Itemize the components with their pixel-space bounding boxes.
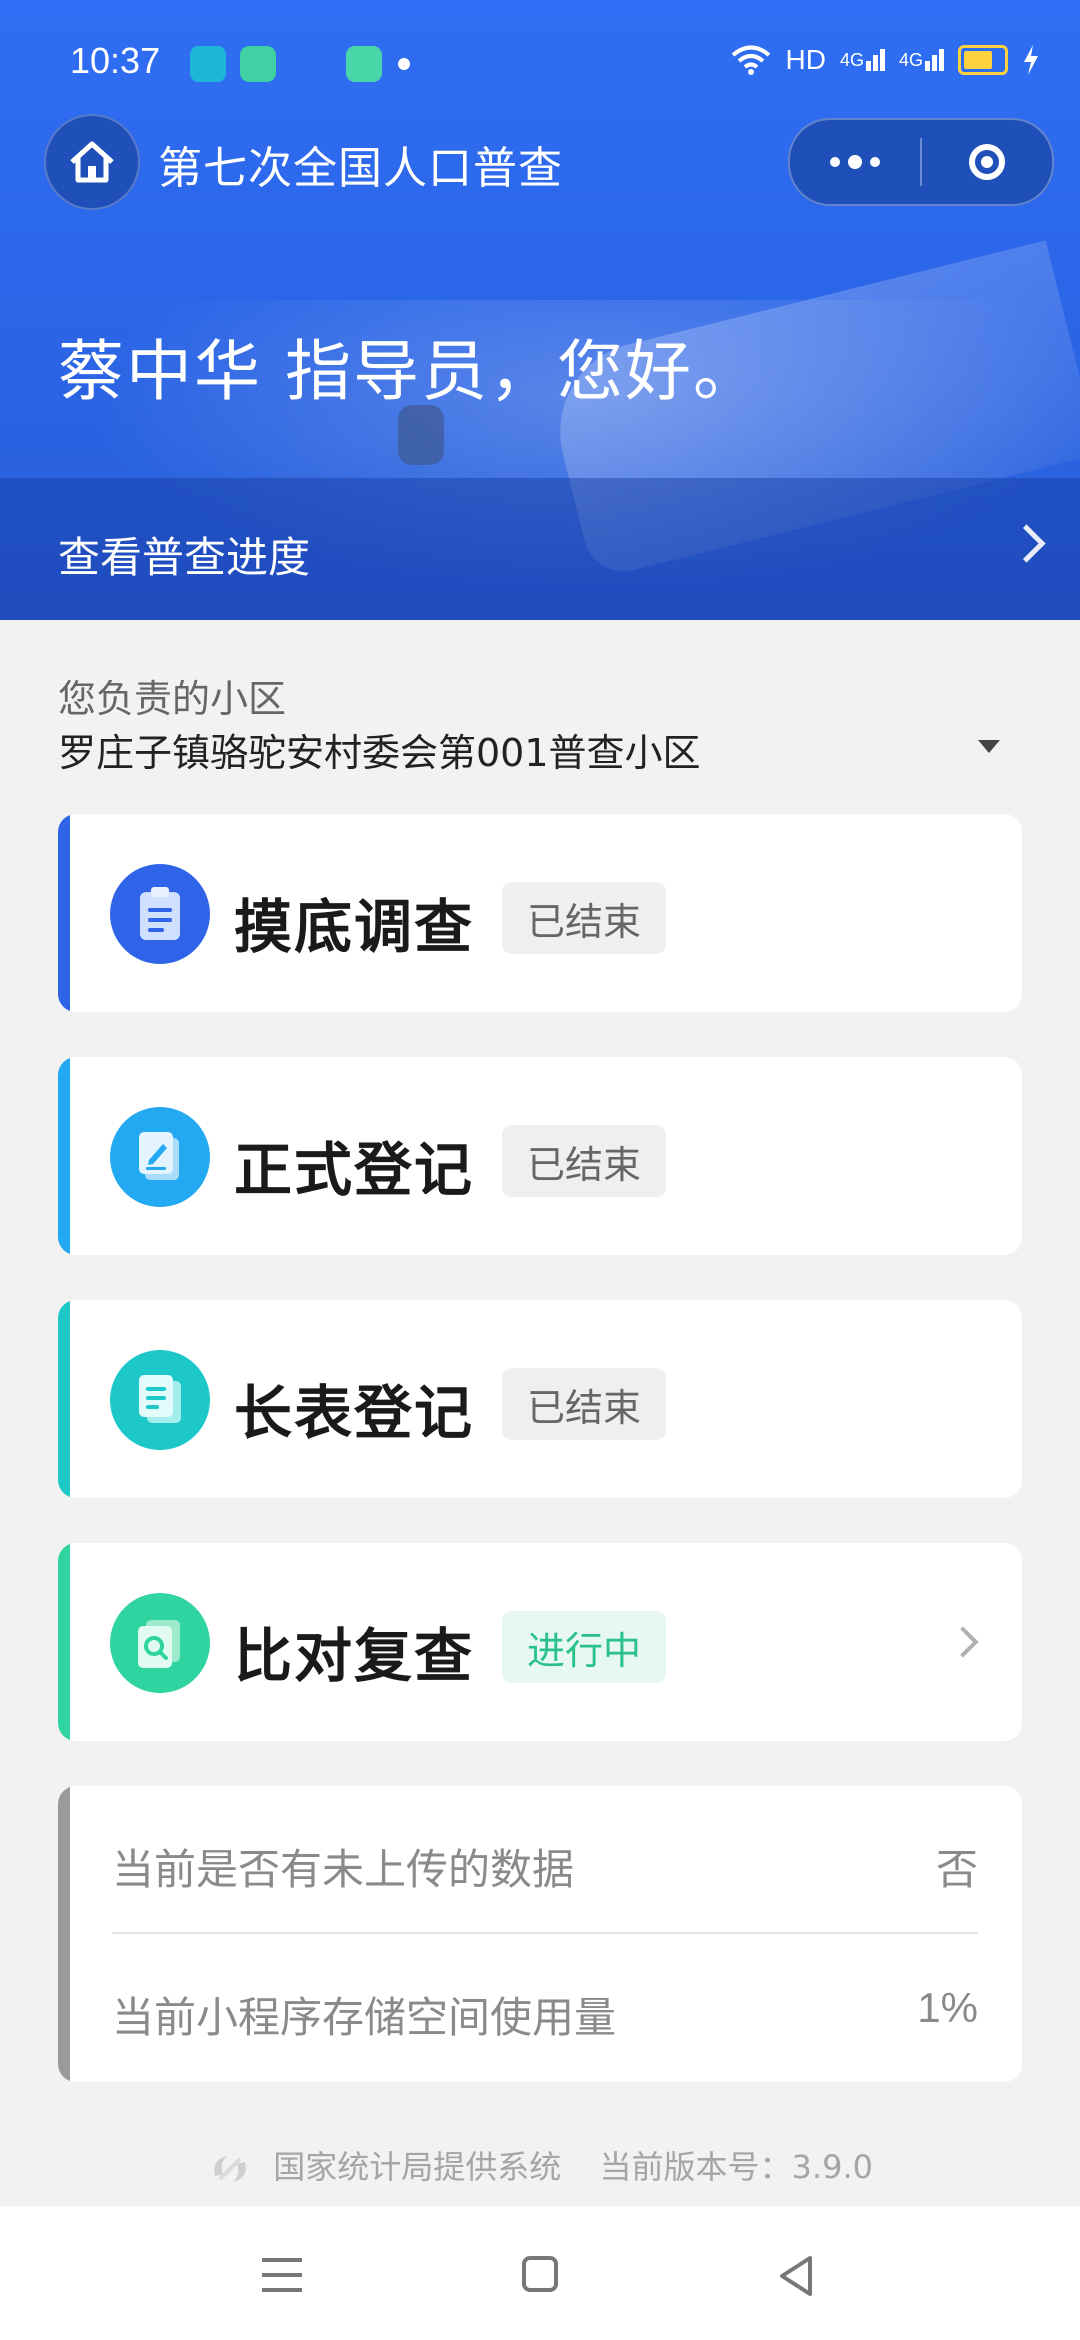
task-title: 比对复查: [234, 1622, 475, 1690]
status-badge: 进行中: [502, 1611, 666, 1683]
dropdown-caret-icon: [978, 740, 1000, 753]
card-accent-bar: [58, 814, 70, 1012]
task-card-survey[interactable]: 摸底调查 已结束: [58, 814, 1022, 1012]
header-banner: 10:37 HD 4G 4G 第七次全国人口普查 蔡中华 指导员，您好。 查看普…: [0, 0, 1080, 620]
battery-icon: [958, 45, 1008, 75]
wifi-icon: [731, 45, 770, 75]
chevron-right-icon: [1007, 524, 1046, 563]
green-app-icon: [240, 46, 276, 82]
more-dot: [848, 155, 862, 169]
view-progress-label: 查看普查进度: [58, 533, 311, 582]
card-accent-bar: [58, 1300, 70, 1498]
task-card-registration[interactable]: 正式登记 已结束: [58, 1057, 1022, 1255]
card-accent-bar: [58, 1786, 70, 2082]
home-button[interactable]: [44, 114, 140, 210]
greeting-text: 蔡中华 指导员，您好。: [58, 333, 761, 410]
card-accent-bar: [58, 1543, 70, 1741]
charging-icon: [1024, 45, 1038, 75]
unuploaded-data-value: 否: [935, 1846, 978, 1893]
task-card-recheck[interactable]: 比对复查 进行中: [58, 1543, 1022, 1741]
footer: 国家统计局提供系统 当前版本号：3.9.0: [0, 2142, 1080, 2192]
view-progress-link[interactable]: 查看普查进度: [0, 478, 1080, 620]
more-dot: [830, 157, 840, 167]
notification-dot: [398, 58, 410, 70]
back-button[interactable]: [776, 2254, 816, 2298]
status-badge: 已结束: [502, 882, 666, 954]
page-title: 第七次全国人口普查: [158, 143, 563, 194]
document-list-icon: [110, 1350, 210, 1450]
area-label: 您负责的小区: [58, 677, 287, 721]
unuploaded-data-row: 当前是否有未上传的数据 否: [112, 1786, 978, 1932]
task-title: 摸底调查: [234, 893, 475, 961]
storage-usage-row: 当前小程序存储空间使用量 1%: [112, 1934, 978, 2080]
signal-icon: 4G: [840, 49, 885, 71]
nbs-logo-icon: [214, 2156, 246, 2182]
status-badge: 已结束: [502, 1368, 666, 1440]
recent-apps-button[interactable]: [262, 2258, 302, 2292]
task-title: 正式登记: [234, 1136, 475, 1204]
teal-app-icon: [346, 46, 382, 82]
footer-provider: 国家统计局提供系统: [273, 2148, 562, 2186]
signal-4g-label: 4G: [839, 50, 864, 70]
miniprogram-capsule: [788, 118, 1054, 206]
signal-4g-label: 4G: [898, 50, 923, 70]
system-navigation-bar: [0, 2206, 1080, 2340]
signal-icon: 4G: [899, 49, 944, 71]
edit-document-icon: [110, 1107, 210, 1207]
search-document-icon: [110, 1593, 210, 1693]
more-dot: [870, 157, 880, 167]
area-value: 罗庄子镇骆驼安村委会第001普查小区: [58, 731, 701, 775]
storage-usage-value: 1%: [917, 1984, 978, 2031]
clipboard-icon: [110, 864, 210, 964]
k-app-icon: [190, 46, 226, 82]
storage-info-card: 当前是否有未上传的数据 否 当前小程序存储空间使用量 1%: [58, 1786, 1022, 2082]
more-button[interactable]: [790, 120, 920, 204]
storage-usage-label: 当前小程序存储空间使用量: [112, 1993, 617, 2042]
status-badge: 已结束: [502, 1125, 666, 1197]
status-bar: 10:37 HD 4G 4G: [0, 0, 1080, 130]
chevron-right-icon: [947, 1626, 979, 1658]
close-ring-icon: [969, 144, 1005, 180]
close-button[interactable]: [922, 120, 1052, 204]
home-icon: [70, 141, 114, 183]
hd-label: HD: [785, 44, 826, 75]
footer-version: 当前版本号：3.9.0: [599, 2148, 873, 2186]
home-nav-button[interactable]: [522, 2256, 558, 2292]
task-card-long-form[interactable]: 长表登记 已结束: [58, 1300, 1022, 1498]
task-title: 长表登记: [234, 1379, 475, 1447]
status-time: 10:37: [70, 40, 161, 81]
banner-photo-watch: [398, 405, 444, 465]
card-accent-bar: [58, 1057, 70, 1255]
unuploaded-data-label: 当前是否有未上传的数据: [112, 1845, 575, 1894]
